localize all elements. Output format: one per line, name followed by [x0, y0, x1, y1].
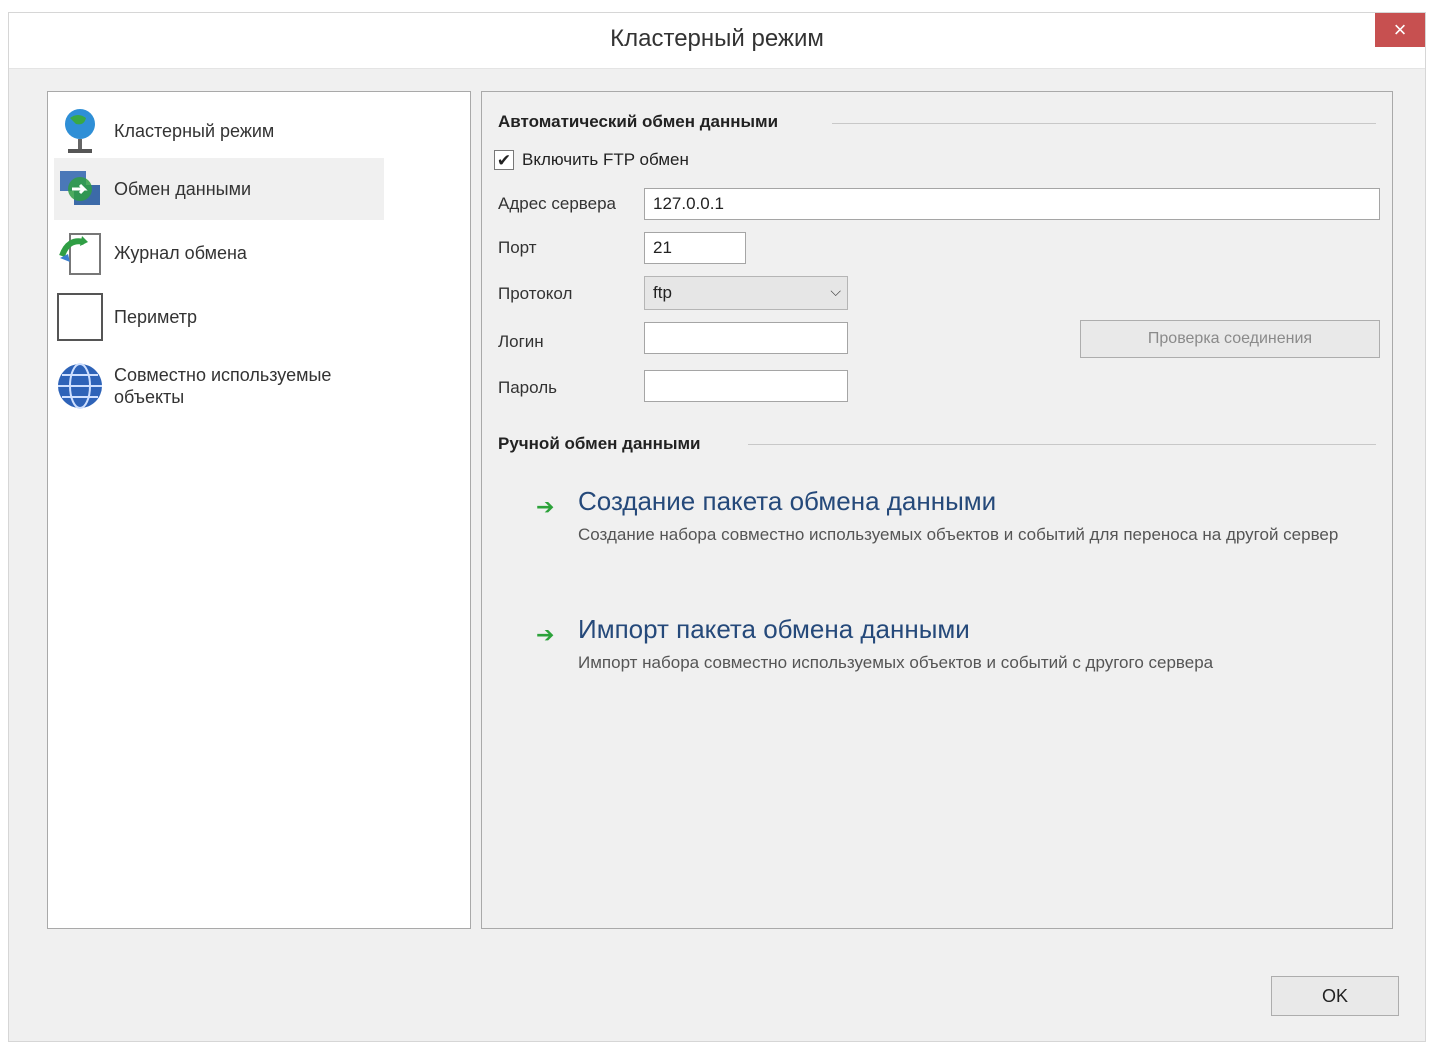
- exchange-log-icon: [54, 227, 106, 279]
- task-create-package[interactable]: ➔ Создание пакета обмена данными Создани…: [536, 486, 1358, 547]
- ftp-checkbox-row[interactable]: ✔ Включить FTP обмен: [494, 150, 689, 170]
- close-button[interactable]: ×: [1375, 13, 1425, 47]
- group-divider: [748, 444, 1376, 445]
- task-title-link[interactable]: Создание пакета обмена данными: [578, 486, 1358, 517]
- login-input[interactable]: [644, 322, 848, 354]
- world-icon: [54, 360, 106, 412]
- manual-exchange-header: Ручной обмен данными: [498, 434, 701, 453]
- task-description: Импорт набора совместно используемых объ…: [578, 653, 1214, 672]
- sidebar-item-label: Периметр: [114, 307, 198, 327]
- sidebar-nav: Кластерный режим Обмен данными Журнал об…: [47, 91, 471, 929]
- window-title: Кластерный режим: [610, 25, 824, 52]
- sidebar-item-exchange-log[interactable]: Журнал обмена: [54, 222, 384, 284]
- sidebar-item-shared-objects[interactable]: Совместно используемые объекты: [54, 350, 384, 422]
- sidebar-item-label: Обмен данными: [114, 179, 252, 199]
- protocol-label: Протокол: [498, 284, 573, 303]
- password-label: Пароль: [498, 378, 557, 397]
- ok-button[interactable]: OK: [1271, 976, 1399, 1016]
- title-bar: Кластерный режим ×: [9, 13, 1425, 69]
- port-label: Порт: [498, 238, 537, 257]
- task-title-link[interactable]: Импорт пакета обмена данными: [578, 614, 1358, 645]
- dialog-window: Кластерный режим × Кластерный режим Обме…: [8, 12, 1426, 1042]
- data-exchange-icon: [54, 163, 106, 215]
- login-label: Логин: [498, 332, 544, 351]
- server-address-label: Адрес сервера: [498, 194, 617, 213]
- globe-pin-icon: [54, 105, 106, 157]
- sidebar-item-label: Совместно используемые объекты: [114, 365, 332, 407]
- arrow-right-icon: ➔: [536, 622, 555, 647]
- sidebar-item-cluster-mode[interactable]: Кластерный режим: [54, 100, 384, 162]
- task-import-package[interactable]: ➔ Импорт пакета обмена данными Импорт на…: [536, 614, 1358, 675]
- server-address-input[interactable]: [644, 188, 1380, 220]
- settings-panel: Автоматический обмен данными ✔ Включить …: [481, 91, 1393, 929]
- sidebar-item-label: Кластерный режим: [114, 121, 275, 141]
- ftp-checkbox-label: Включить FTP обмен: [522, 150, 689, 169]
- port-input[interactable]: [644, 232, 746, 264]
- perimeter-icon: [54, 291, 106, 343]
- group-divider: [832, 123, 1376, 124]
- protocol-value: ftp: [653, 283, 672, 302]
- arrow-right-icon: ➔: [536, 494, 555, 519]
- task-description: Создание набора совместно используемых о…: [578, 525, 1339, 544]
- sidebar-item-data-exchange[interactable]: Обмен данными: [54, 158, 384, 220]
- sidebar-item-perimeter[interactable]: Периметр: [54, 286, 384, 348]
- sidebar-item-label: Журнал обмена: [114, 243, 247, 263]
- ftp-checkbox[interactable]: ✔: [494, 150, 514, 170]
- protocol-select[interactable]: ftp ⌵: [644, 276, 848, 310]
- test-connection-button[interactable]: Проверка соединения: [1080, 320, 1380, 358]
- password-input[interactable]: [644, 370, 848, 402]
- chevron-down-icon: ⌵: [830, 283, 841, 299]
- auto-exchange-header: Автоматический обмен данными: [498, 112, 779, 131]
